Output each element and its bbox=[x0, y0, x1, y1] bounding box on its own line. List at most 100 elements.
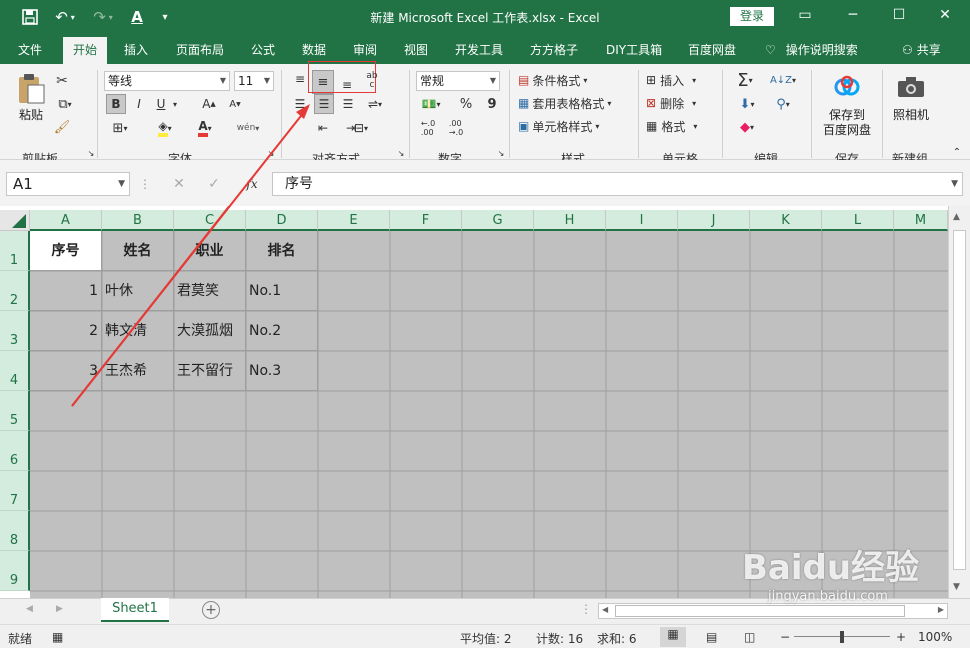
cell-b4[interactable]: 王杰希 bbox=[102, 351, 174, 391]
column-header[interactable]: A bbox=[30, 210, 102, 231]
scroll-thumb[interactable] bbox=[953, 230, 966, 570]
collapse-ribbon-icon[interactable]: ⌃ bbox=[950, 146, 964, 158]
add-sheet-icon[interactable]: + bbox=[202, 601, 220, 619]
paste-icon[interactable] bbox=[14, 72, 48, 106]
font-size-select[interactable]: 11 ▼ bbox=[234, 71, 274, 91]
tab-page-layout[interactable]: 页面布局 bbox=[176, 41, 224, 58]
sort-filter-icon[interactable]: A↓Z ▾ bbox=[768, 70, 798, 90]
row-header[interactable]: 5 bbox=[0, 391, 30, 431]
align-center-icon[interactable]: ☰ bbox=[314, 94, 334, 114]
row-header[interactable]: 9 bbox=[0, 551, 30, 591]
find-select-icon[interactable]: ⚲ ▾ bbox=[768, 94, 798, 114]
more-icon[interactable]: ⋮ bbox=[139, 174, 151, 194]
autosum-icon[interactable]: Σ ▾ bbox=[730, 70, 760, 91]
column-header[interactable]: J bbox=[678, 210, 750, 231]
font-launcher-icon[interactable]: ↘ bbox=[266, 148, 276, 158]
tab-diy-toolbox[interactable]: DIY工具箱 bbox=[606, 41, 662, 58]
cell-a1[interactable]: 序号 bbox=[30, 231, 102, 271]
phonetic-guide-icon[interactable]: wén ▾ bbox=[234, 118, 262, 138]
zoom-out-icon[interactable]: − bbox=[780, 630, 790, 644]
row-header[interactable]: 3 bbox=[0, 311, 30, 351]
column-header[interactable]: B bbox=[102, 210, 174, 231]
number-launcher-icon[interactable]: ↘ bbox=[496, 148, 506, 158]
ribbon-display-icon[interactable]: ▭ bbox=[782, 7, 828, 27]
camera-icon[interactable] bbox=[896, 74, 926, 100]
baidu-netdisk-icon[interactable] bbox=[832, 72, 862, 102]
tab-home[interactable]: 开始 bbox=[63, 37, 108, 64]
cell-styles-button[interactable]: ▣ 单元格样式 ▾ bbox=[518, 117, 618, 135]
scroll-down-icon[interactable]: ▼ bbox=[953, 582, 960, 592]
zoom-thumb[interactable] bbox=[840, 631, 844, 643]
maximize-icon[interactable]: ☐ bbox=[876, 7, 922, 27]
underline-button[interactable]: U bbox=[152, 94, 170, 114]
row-header[interactable]: 1 bbox=[0, 231, 30, 271]
tab-file[interactable]: 文件 bbox=[18, 41, 42, 58]
prev-sheet-icon[interactable]: ◀ bbox=[26, 604, 33, 614]
zoom-in-icon[interactable]: + bbox=[896, 630, 906, 644]
cell-d2[interactable]: No.1 bbox=[246, 271, 318, 311]
name-box[interactable]: A1 ▼ bbox=[6, 172, 130, 196]
cell-b2[interactable]: 叶休 bbox=[102, 271, 174, 311]
cell-grid[interactable]: 序号 姓名 职业 排名 1 叶休 君莫笑 No.1 2 韩文清 大漠孤烟 No.… bbox=[30, 231, 948, 598]
increase-decimal-icon[interactable]: ←.0.00 bbox=[416, 118, 440, 138]
italic-button[interactable]: I bbox=[130, 94, 148, 114]
tab-data[interactable]: 数据 bbox=[302, 41, 326, 58]
insert-function-icon[interactable]: fx bbox=[242, 174, 262, 194]
column-header[interactable]: K bbox=[750, 210, 822, 231]
tab-insert[interactable]: 插入 bbox=[124, 41, 148, 58]
wrap-text-icon[interactable]: ⇌ ▾ bbox=[362, 94, 388, 114]
row-header[interactable]: 8 bbox=[0, 511, 30, 551]
tab-baidu-netdisk[interactable]: 百度网盘 bbox=[688, 41, 736, 58]
orientation-icon[interactable]: ab c bbox=[362, 70, 382, 92]
column-header[interactable]: D bbox=[246, 210, 318, 231]
scroll-left-icon[interactable]: ◀ bbox=[602, 605, 608, 614]
column-header[interactable]: I bbox=[606, 210, 678, 231]
number-format-select[interactable]: 常规 ▼ bbox=[416, 71, 500, 91]
cell-a4[interactable]: 3 bbox=[30, 351, 102, 391]
horizontal-scrollbar[interactable]: ◀ ▶ bbox=[598, 603, 948, 619]
normal-view-icon[interactable]: ▦ bbox=[660, 627, 686, 647]
delete-cells-button[interactable]: ⊠ 删除 ▾ bbox=[646, 94, 710, 112]
cell-d1[interactable]: 排名 bbox=[246, 231, 318, 271]
cell-c4[interactable]: 王不留行 bbox=[174, 351, 246, 391]
page-layout-view-icon[interactable]: ▤ bbox=[706, 630, 717, 644]
font-color-button-icon[interactable]: A ▾ bbox=[190, 118, 220, 138]
column-header[interactable]: M bbox=[894, 210, 948, 231]
row-header[interactable]: 6 bbox=[0, 431, 30, 471]
cell-a2[interactable]: 1 bbox=[30, 271, 102, 311]
format-as-table-button[interactable]: ▦ 套用表格格式 ▾ bbox=[518, 94, 628, 112]
decrease-font-icon[interactable]: A ▼ bbox=[226, 94, 244, 114]
font-name-select[interactable]: 等线 ▼ bbox=[104, 71, 230, 91]
clear-icon[interactable]: ◆ ▾ bbox=[732, 117, 762, 137]
merge-center-icon[interactable]: ⊟ ▾ bbox=[346, 118, 376, 138]
scroll-up-icon[interactable]: ▲ bbox=[953, 212, 960, 222]
borders-icon[interactable]: ⊞ ▾ bbox=[106, 118, 134, 138]
formula-input[interactable]: 序号 ▼ bbox=[272, 172, 963, 196]
close-icon[interactable]: ✕ bbox=[922, 7, 968, 27]
format-painter-icon[interactable]: 🖌 bbox=[52, 118, 72, 136]
camera-button[interactable]: 照相机 bbox=[888, 106, 934, 122]
row-header[interactable]: 7 bbox=[0, 471, 30, 511]
decrease-decimal-icon[interactable]: .00 →.0 bbox=[444, 118, 468, 138]
align-top-icon[interactable]: ≡ bbox=[290, 70, 310, 88]
align-right-icon[interactable]: ☰ bbox=[338, 94, 358, 114]
tab-splitter-icon[interactable]: ⋮ bbox=[580, 602, 592, 616]
cell-c1[interactable]: 职业 bbox=[174, 231, 246, 271]
comma-style-button[interactable]: 9 bbox=[482, 94, 502, 114]
cell-b3[interactable]: 韩文清 bbox=[102, 311, 174, 351]
format-cells-button[interactable]: ▦ 格式 ▾ bbox=[646, 117, 710, 135]
bold-button[interactable]: B bbox=[106, 94, 126, 114]
column-header[interactable]: F bbox=[390, 210, 462, 231]
row-header[interactable]: 2 bbox=[0, 271, 30, 311]
column-header[interactable]: L bbox=[822, 210, 894, 231]
increase-font-icon[interactable]: A ▲ bbox=[200, 94, 218, 114]
tab-review[interactable]: 审阅 bbox=[353, 41, 377, 58]
h-scroll-thumb[interactable] bbox=[615, 605, 905, 617]
next-sheet-icon[interactable]: ▶ bbox=[56, 604, 63, 614]
row-header[interactable]: 4 bbox=[0, 351, 30, 391]
column-header[interactable]: G bbox=[462, 210, 534, 231]
macro-record-icon[interactable]: ▦ bbox=[52, 630, 63, 644]
cell-c2[interactable]: 君莫笑 bbox=[174, 271, 246, 311]
tab-developer[interactable]: 开发工具 bbox=[455, 41, 503, 58]
cell-c3[interactable]: 大漠孤烟 bbox=[174, 311, 246, 351]
